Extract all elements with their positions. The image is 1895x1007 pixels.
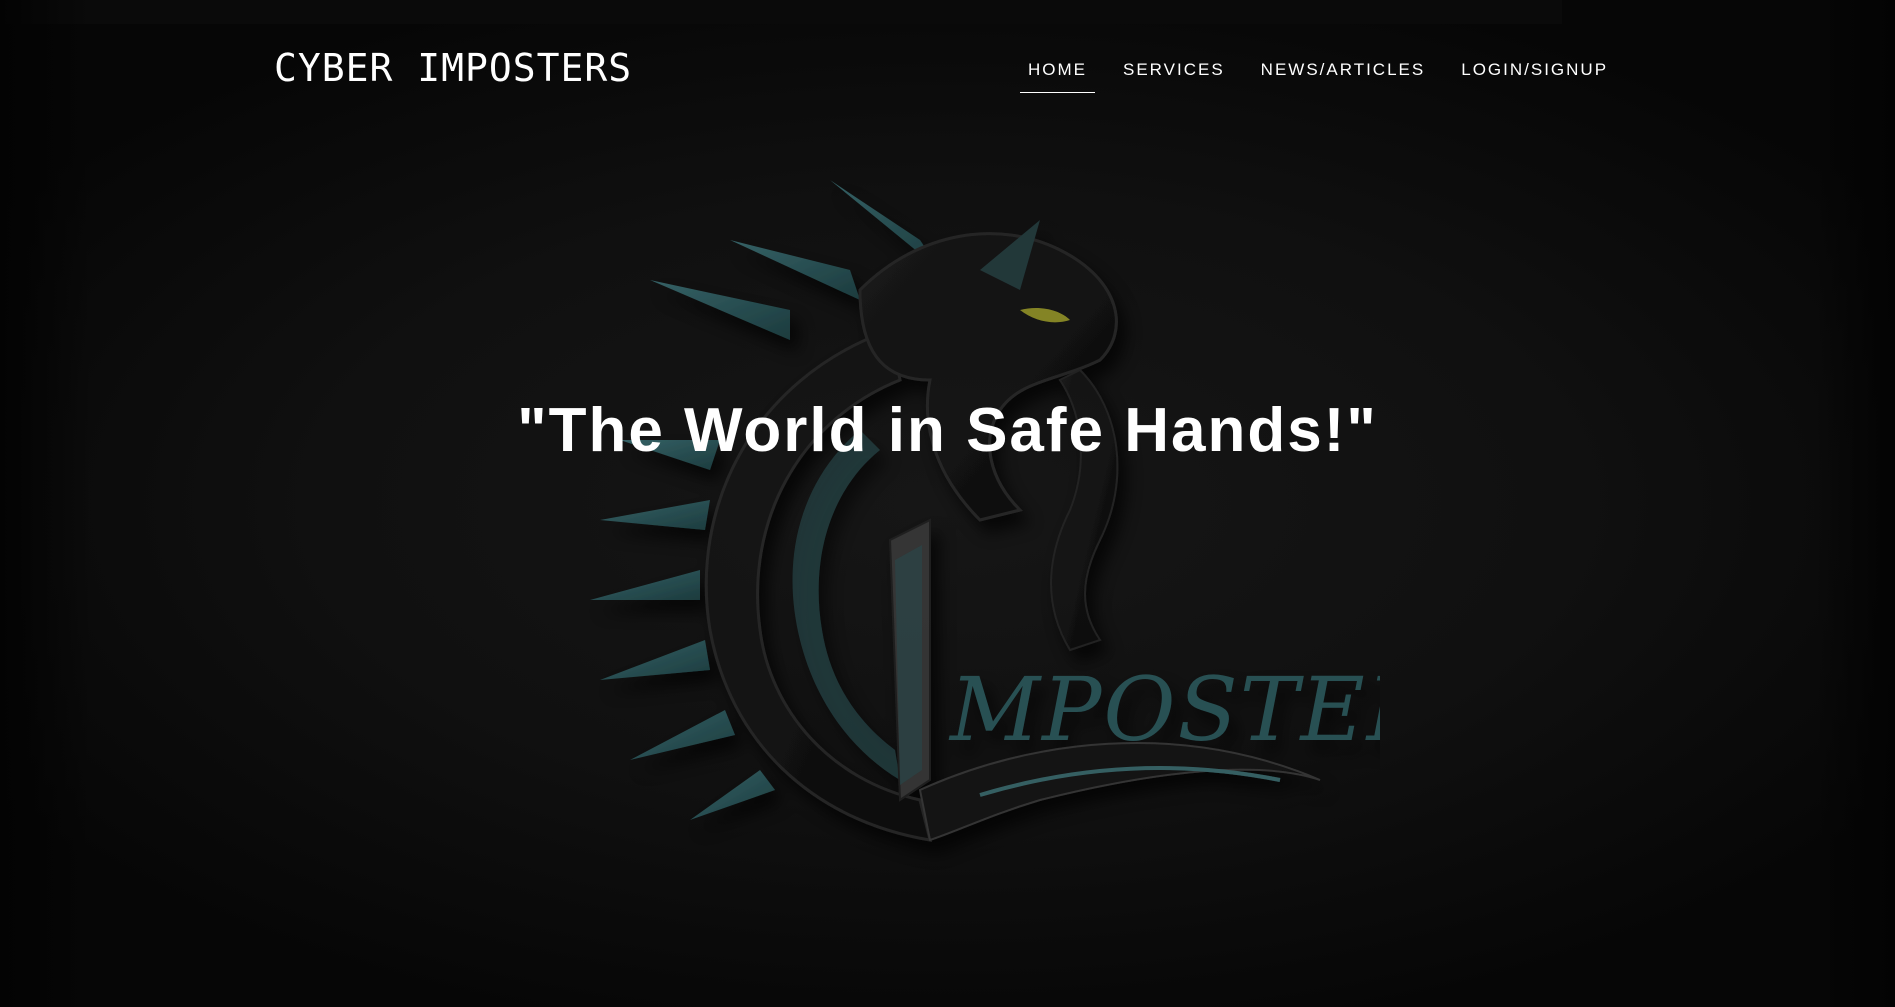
page-background: MPOSTERS CYBER IMPOSTERS HOME SERVICES N… bbox=[0, 0, 1895, 1007]
main-nav: HOME SERVICES NEWS/ARTICLES LOGIN/SIGNUP bbox=[1020, 56, 1636, 93]
nav-item-home[interactable]: HOME bbox=[1020, 56, 1095, 93]
emblem-wordmark: MPOSTERS bbox=[948, 658, 1380, 761]
dragon-emblem-icon: MPOSTERS bbox=[590, 180, 1380, 842]
nav-item-services[interactable]: SERVICES bbox=[1115, 56, 1233, 92]
right-vignette bbox=[1815, 0, 1895, 1007]
nav-item-login-signup[interactable]: LOGIN/SIGNUP bbox=[1453, 56, 1616, 92]
site-logo[interactable]: CYBER IMPOSTERS bbox=[274, 46, 632, 90]
site-header: CYBER IMPOSTERS HOME SERVICES NEWS/ARTIC… bbox=[0, 0, 1895, 110]
nav-item-news-articles[interactable]: NEWS/ARTICLES bbox=[1253, 56, 1434, 92]
left-vignette bbox=[0, 0, 92, 1007]
hero-title: "The World in Safe Hands!" bbox=[517, 396, 1378, 465]
